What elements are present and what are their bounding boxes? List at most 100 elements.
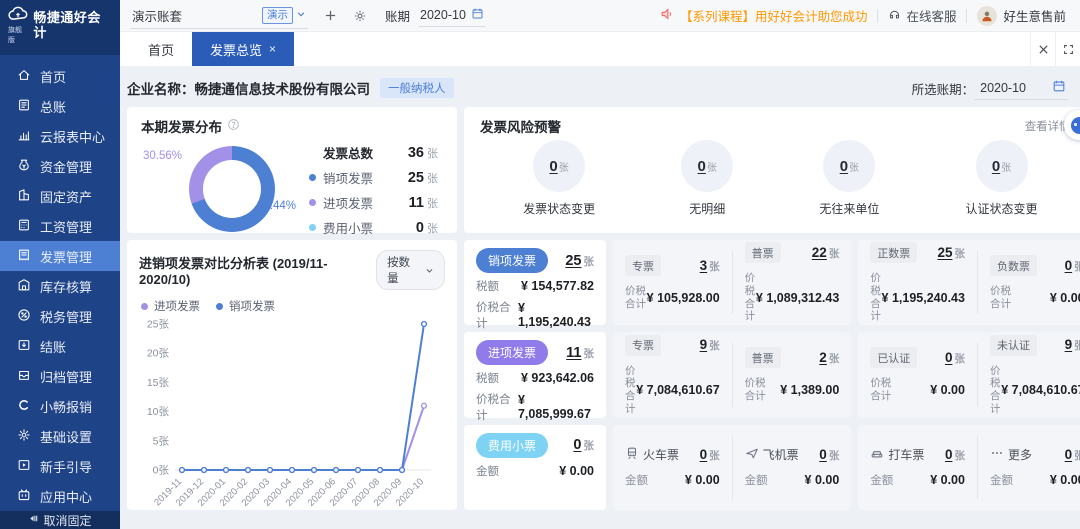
sidebar-item-settings[interactable]: 基础设置 bbox=[0, 421, 120, 451]
risk-count-button[interactable]: 0张 bbox=[823, 140, 875, 192]
sidebar-item-label: 新手引导 bbox=[40, 457, 92, 476]
announcement-text: 【系列课程】用好好会计助您成功 bbox=[680, 6, 868, 25]
sidebar-item-home[interactable]: 首页 bbox=[0, 61, 120, 91]
user-menu[interactable]: 好生意售前 bbox=[977, 6, 1066, 26]
sub-count-link[interactable]: 0张 bbox=[819, 447, 839, 463]
speaker-icon bbox=[660, 7, 674, 24]
sidebar-item-cloud-reports[interactable]: 云报表中心 bbox=[0, 121, 120, 151]
chevron-down-icon bbox=[296, 8, 306, 22]
help-icon[interactable] bbox=[227, 118, 240, 134]
sub-tag: 负数票 bbox=[990, 255, 1037, 276]
input-invoice-count-link[interactable]: 11张 bbox=[566, 345, 594, 361]
sub-count-link[interactable]: 0张 bbox=[945, 350, 965, 366]
sidebar-item-salary[interactable]: 工资管理 bbox=[0, 211, 120, 241]
plane-icon bbox=[745, 446, 759, 463]
period-label: 账期 bbox=[385, 6, 410, 25]
page-content: 企业名称： 畅捷通信息技术股份有限公司 一般纳税人 所选账期： 2020-10 bbox=[120, 66, 1080, 529]
period-select[interactable]: 2020-10 bbox=[418, 4, 486, 27]
sidebar-item-fixed-assets[interactable]: 固定资产 bbox=[0, 181, 120, 211]
ledger-icon bbox=[17, 98, 31, 115]
announcement-link[interactable]: 【系列课程】用好好会计助您成功 bbox=[660, 6, 868, 25]
tab-close-icon[interactable]: × bbox=[269, 42, 276, 56]
sub-item-普票: 普票22张价税合计¥ 1,089,312.43 bbox=[745, 248, 840, 317]
sidebar-item-tax[interactable]: 税务管理 bbox=[0, 301, 120, 331]
settings-gear-icon[interactable] bbox=[353, 9, 367, 23]
add-account-set-button[interactable] bbox=[324, 9, 337, 22]
risk-count-button[interactable]: 0张 bbox=[533, 140, 585, 192]
tab-bar: 首页 发票总览 × bbox=[120, 32, 1080, 66]
legend-label: 进项发票 bbox=[323, 193, 373, 212]
online-service-link[interactable]: 在线客服 bbox=[888, 6, 956, 25]
sub-label: 价税合计 bbox=[625, 285, 647, 310]
divider bbox=[977, 343, 978, 406]
tax-icon bbox=[17, 308, 31, 325]
risk-count-button[interactable]: 0张 bbox=[976, 140, 1028, 192]
sub-count-link[interactable]: 9张 bbox=[1065, 337, 1080, 353]
sub-count-link[interactable]: 2张 bbox=[819, 350, 839, 366]
svg-text:0张: 0张 bbox=[153, 465, 170, 477]
risk-title: 发票风险预警 bbox=[480, 116, 561, 136]
archive-icon bbox=[17, 368, 31, 385]
sub-count-link[interactable]: 0张 bbox=[1065, 258, 1080, 274]
taxpayer-badge: 一般纳税人 bbox=[380, 78, 454, 98]
sub-count-link[interactable]: 0张 bbox=[1065, 447, 1080, 463]
sidebar-item-ledger[interactable]: 总账 bbox=[0, 91, 120, 121]
sub-label: 价税合计 bbox=[990, 285, 1016, 310]
quantity-filter-label: 按数量 bbox=[387, 254, 421, 286]
sub-count-link[interactable]: 0张 bbox=[700, 447, 720, 463]
sidebar-item-apps[interactable]: 应用中心 bbox=[0, 481, 120, 511]
tab-invoice-overview[interactable]: 发票总览 × bbox=[192, 32, 294, 66]
close-tabs-button[interactable] bbox=[1030, 32, 1055, 66]
sidebar-item-label: 云报表中心 bbox=[40, 127, 105, 146]
more-icon bbox=[990, 446, 1004, 463]
svg-text:5张: 5张 bbox=[153, 435, 170, 447]
sub-label: 金额 bbox=[990, 472, 1013, 488]
sidebar-item-label: 基础设置 bbox=[40, 427, 92, 446]
quantity-filter-button[interactable]: 按数量 bbox=[376, 250, 445, 290]
expense-receipt-count-link[interactable]: 0张 bbox=[573, 437, 594, 453]
sub-label: 金额 bbox=[625, 472, 648, 488]
donut-label-input-percent: 30.56% bbox=[143, 150, 182, 162]
sidebar-item-label: 发票管理 bbox=[40, 247, 92, 266]
sidebar-item-label: 首页 bbox=[40, 67, 66, 86]
svg-text:10张: 10张 bbox=[147, 406, 170, 418]
sidebar-item-funds[interactable]: 资金管理 bbox=[0, 151, 120, 181]
train-icon bbox=[625, 446, 639, 463]
account-set-select[interactable]: 演示账套 演示 bbox=[130, 3, 308, 29]
demo-tag: 演示 bbox=[262, 7, 293, 24]
sub-value: ¥ 1,195,240.43 bbox=[882, 291, 965, 305]
sidebar-item-guide[interactable]: 新手引导 bbox=[0, 451, 120, 481]
taxi-icon bbox=[870, 446, 884, 463]
home-icon bbox=[17, 68, 31, 85]
sub-value: ¥ 0.00 bbox=[930, 383, 965, 397]
sub-item-已认证: 已认证0张价税合计¥ 0.00 bbox=[870, 340, 965, 409]
sidebar-item-closing[interactable]: 结账 bbox=[0, 331, 120, 361]
sidebar-item-archive[interactable]: 归档管理 bbox=[0, 361, 120, 391]
sidebar-item-reimburse[interactable]: 小畅报销 bbox=[0, 391, 120, 421]
sub-count-link[interactable]: 9张 bbox=[700, 337, 720, 353]
sub-value: ¥ 7,084,610.67 bbox=[1001, 383, 1080, 397]
sub-label: 价税合计 bbox=[745, 377, 771, 402]
risk-count-button[interactable]: 0张 bbox=[681, 140, 733, 192]
sub-count-link[interactable]: 0张 bbox=[945, 447, 965, 463]
legend-value: 11 bbox=[409, 195, 424, 211]
sub-label: 价税合计 bbox=[870, 377, 896, 402]
chart-legend-item[interactable]: 销项发票 bbox=[216, 298, 275, 314]
tab-home[interactable]: 首页 bbox=[130, 32, 192, 66]
sub-count-link[interactable]: 25张 bbox=[937, 245, 965, 261]
fixed-assets-icon bbox=[17, 188, 31, 205]
sub-count-link[interactable]: 3张 bbox=[700, 258, 720, 274]
app-window: 旗舰版 畅捷通好会计 首页总账云报表中心资金管理固定资产工资管理发票管理库存核算… bbox=[0, 0, 1080, 529]
output-invoice-count-link[interactable]: 25张 bbox=[565, 253, 594, 269]
selected-period-select[interactable]: 2020-10 bbox=[974, 76, 1068, 100]
calendar-icon bbox=[1052, 79, 1066, 96]
sub-count-link[interactable]: 22张 bbox=[812, 245, 840, 261]
fullscreen-button[interactable] bbox=[1055, 32, 1080, 66]
sidebar-item-inventory[interactable]: 库存核算 bbox=[0, 271, 120, 301]
unpin-sidebar-button[interactable]: 取消固定 bbox=[0, 511, 120, 529]
sidebar-item-label: 归档管理 bbox=[40, 367, 92, 386]
stat-sub-group: 已认证0张价税合计¥ 0.00未认证9张价税合计¥ 7,084,610.67 bbox=[858, 332, 1080, 417]
sidebar-item-invoice[interactable]: 发票管理 bbox=[0, 241, 120, 271]
donut-label-output-percent: 69.44% bbox=[257, 200, 296, 212]
chart-legend-item[interactable]: 进项发票 bbox=[141, 298, 200, 314]
